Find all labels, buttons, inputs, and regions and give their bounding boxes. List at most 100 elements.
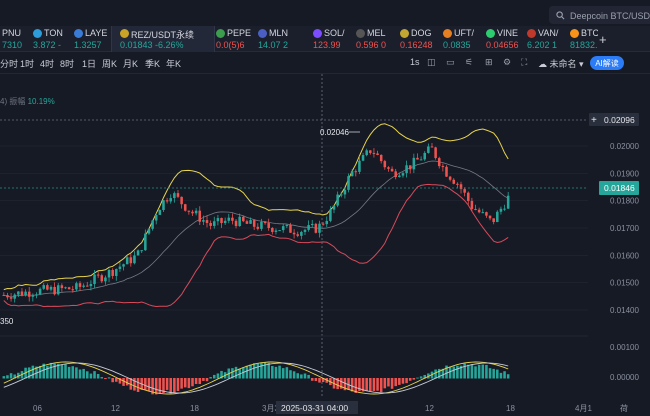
layout-name-select[interactable]: ☁ 未命名 ▾ (538, 57, 584, 70)
coin-icon (120, 29, 129, 38)
ticker-name: SOL/ (324, 28, 345, 38)
settings-icon[interactable]: ⚙ (503, 57, 511, 68)
candle-body (176, 193, 180, 197)
candle-body (118, 266, 122, 269)
histogram-bar (271, 366, 274, 379)
ticker-tab[interactable]: BTC/81832.1 (570, 26, 598, 52)
candle-body (307, 225, 310, 230)
histogram-bar (452, 366, 456, 379)
fullscreen-icon[interactable]: ⛶ (521, 57, 527, 68)
candle-body (467, 192, 470, 201)
ticker-tab[interactable]: REZ/USDT永续 0.01843 -6.26% (111, 26, 215, 52)
price-chart[interactable]: 0.02000 0.01900 0.01800 0.01700 0.01600 0.015… (0, 74, 650, 416)
timeframe-6[interactable]: 月K (123, 57, 138, 70)
histogram-bar (67, 366, 71, 379)
candle-body (17, 291, 20, 295)
ai-interpret-button[interactable]: AI解读 (590, 56, 624, 70)
histogram-bar (144, 378, 147, 391)
ticker-tab[interactable]: MLN 14.07 2 (258, 26, 312, 52)
histogram-bar (401, 378, 405, 384)
candle-body (369, 150, 372, 153)
ticker-price: 6.202 1 (527, 40, 558, 50)
layout-icon[interactable]: ▭ (446, 57, 455, 68)
candle-body (423, 152, 426, 160)
histogram-bar (467, 364, 470, 379)
histogram-bar (292, 371, 296, 379)
candle-body (111, 269, 114, 276)
histogram-bar (496, 369, 499, 379)
search-input[interactable]: Deepcoin BTC/USDT 永 (549, 6, 650, 24)
ticker-tab[interactable]: VINE 0.04656 (486, 26, 526, 52)
histogram-bar (169, 378, 172, 394)
histogram-bar (394, 378, 397, 387)
candle-body (6, 295, 9, 298)
compare-icon[interactable]: ⊞ (485, 57, 493, 68)
ticker-tab[interactable]: VAN/6.202 1 (527, 26, 569, 52)
histogram-bar (154, 378, 158, 395)
candle-body (274, 230, 278, 232)
histogram-bar (183, 378, 187, 388)
ticker-price: 3.872 - (33, 40, 62, 50)
coin-icon (356, 29, 365, 38)
candle-body (470, 200, 474, 209)
histogram-bar (488, 368, 492, 379)
candle-body (133, 255, 136, 264)
histogram-bar (448, 366, 452, 379)
interval-button[interactable]: 1s (410, 57, 420, 67)
histogram-bar (86, 371, 89, 379)
timeframe-3[interactable]: 8时 (60, 57, 74, 70)
low-marker-label: 350 (0, 317, 14, 326)
histogram-bar (503, 371, 506, 379)
candle-body (180, 196, 183, 205)
candle-body (249, 220, 252, 224)
histogram-bar (350, 378, 354, 392)
candle-body (38, 288, 42, 295)
add-tab-button[interactable]: + (599, 32, 607, 47)
candle-body (252, 220, 256, 227)
timeframe-5[interactable]: 周K (102, 57, 117, 70)
timeframe-4[interactable]: 1日 (82, 57, 96, 70)
timeframe-2[interactable]: 4时 (40, 57, 54, 70)
ticker-tab[interactable]: PNU 7310 (2, 26, 32, 52)
ticker-price: 0.01843 -6.26% (120, 40, 184, 50)
candle-body (71, 289, 75, 291)
camera-icon[interactable]: ◫ (427, 57, 436, 68)
candle-body (227, 217, 231, 221)
ticker-tab[interactable]: LAYE 1.3257 (74, 26, 110, 52)
histogram-bar (46, 365, 49, 379)
ticker-tab[interactable]: SOL/123.99 (313, 26, 355, 52)
histogram-bar (379, 378, 383, 393)
candle-body (198, 210, 202, 222)
histogram-bar (165, 378, 169, 390)
ticker-tab[interactable]: PEPE 0.0(5)6 (216, 26, 257, 52)
candle-body (336, 194, 339, 206)
coin-icon (570, 29, 579, 38)
histogram-bar (412, 378, 416, 380)
histogram-bar (419, 376, 423, 379)
histogram-bar (398, 378, 401, 385)
indicator-icon[interactable]: ⚟ (465, 57, 473, 68)
candle-body (238, 216, 241, 227)
ticker-price: 7310 (2, 40, 23, 50)
ticker-tab[interactable]: UFT/0.0835 (443, 26, 485, 52)
timeframe-7[interactable]: 季K (145, 57, 160, 70)
timeframe-1[interactable]: 1时 (20, 57, 34, 70)
timeframe-8[interactable]: 年K (166, 57, 181, 70)
candle-body (53, 286, 56, 295)
histogram-bar (194, 378, 198, 384)
candle-body (503, 208, 506, 210)
coin-icon (443, 29, 452, 38)
histogram-bar (93, 371, 96, 379)
ticker-tab[interactable]: MEL 0.596 0 (356, 26, 399, 52)
candle-body (448, 176, 452, 180)
histogram-bar (60, 364, 64, 379)
candle-body (260, 221, 263, 229)
histogram-bar (100, 377, 104, 379)
timeframe-0[interactable]: 分时 (0, 57, 18, 70)
histogram-bar (387, 378, 390, 387)
ticker-tab[interactable]: TON 3.872 - (33, 26, 73, 52)
candle-body (223, 220, 227, 224)
histogram-bar (64, 364, 67, 379)
ticker-tab[interactable]: DOG 0.16248 (400, 26, 442, 52)
time-axis-label: 06 (33, 404, 42, 413)
